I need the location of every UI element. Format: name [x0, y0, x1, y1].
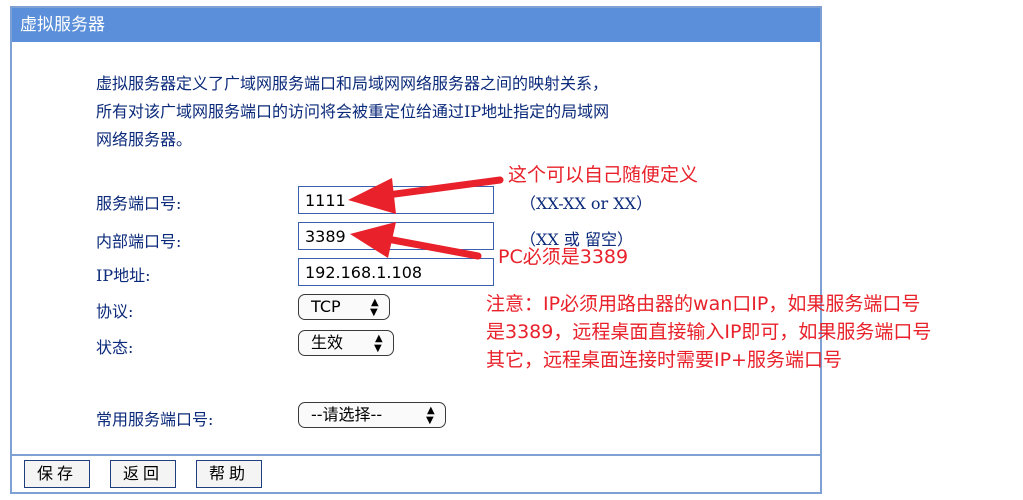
arrow-to-internal-port: [350, 222, 482, 260]
annotation-arrows: [348, 176, 504, 260]
arrow-to-service-port: [348, 176, 504, 214]
